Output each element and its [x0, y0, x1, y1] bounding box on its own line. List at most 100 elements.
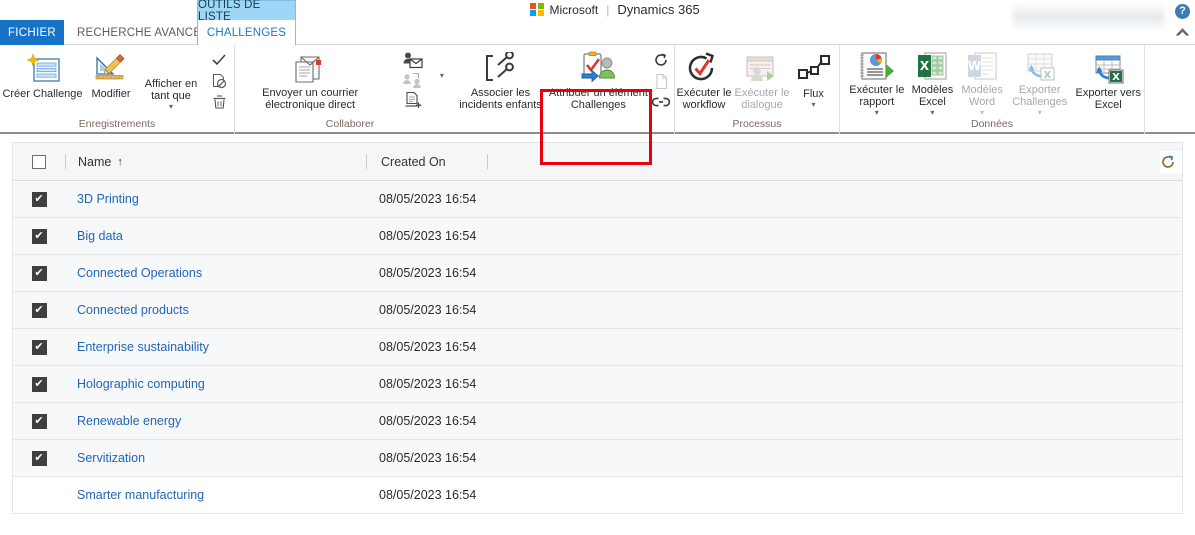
actualiser-button[interactable] — [650, 51, 672, 69]
activer-button[interactable] — [208, 51, 230, 68]
chevron-down-icon[interactable]: ▾ — [169, 102, 173, 111]
table-row[interactable]: ✔ 3D Printing 08/05/2023 16:54 — [13, 181, 1182, 218]
attribuer-un-element-challenges-button[interactable]: Attribuer un élément Challenges — [548, 45, 648, 111]
cell-created-on: 08/05/2023 16:54 — [379, 488, 477, 502]
cell-name: Smarter manufacturing — [65, 486, 365, 504]
supprimer-button[interactable] — [208, 94, 230, 111]
record-link[interactable]: Connected Operations — [77, 266, 202, 280]
row-checkbox-checked[interactable]: ✔ — [31, 339, 47, 355]
help-icon[interactable]: ? — [1175, 4, 1190, 19]
table-row[interactable]: ✔ Connected Operations 08/05/2023 16:54 — [13, 255, 1182, 292]
creer-challenge-label: Créer Challenge — [2, 88, 83, 100]
creer-challenge-button[interactable]: Créer Challenge — [0, 45, 85, 111]
select-all-cell[interactable] — [13, 154, 65, 169]
row-checkbox-checked[interactable]: ✔ — [31, 413, 47, 429]
cell-created-on: 08/05/2023 16:54 — [379, 451, 477, 465]
cell-name: Holographic computing — [65, 375, 365, 393]
email-document-icon — [288, 50, 332, 87]
table-row[interactable]: Smarter manufacturing 08/05/2023 16:54 — [13, 477, 1182, 514]
executer-le-workflow-button[interactable]: Exécuter le workflow — [675, 45, 733, 111]
column-header-name[interactable]: Name ↑ — [66, 155, 366, 169]
associer-incidents-enfants-button[interactable]: Associer les incidents enfants — [453, 45, 549, 111]
microsoft-logo-icon — [530, 2, 544, 17]
row-checkbox-checked[interactable]: ✔ — [31, 191, 47, 207]
rapport-chevron-down-icon[interactable]: ▾ — [875, 108, 879, 117]
record-link[interactable]: Servitization — [77, 451, 145, 465]
executer-le-dialogue-button[interactable]: Exécuter le dialogue — [733, 45, 791, 111]
table-row[interactable]: ✔ Enterprise sustainability 08/05/2023 16:… — [13, 329, 1182, 366]
row-checkbox-checked[interactable]: ✔ — [31, 265, 47, 281]
exporter-challenges-chevron-down-icon[interactable]: ▾ — [1038, 108, 1042, 117]
row-select-cell[interactable]: ✔ — [13, 228, 65, 244]
record-link[interactable]: Connected products — [77, 303, 189, 317]
tab-fichier[interactable]: FICHIER — [0, 20, 64, 45]
table-row[interactable]: ✔ Servitization 08/05/2023 16:54 — [13, 440, 1182, 477]
tab-challenges[interactable]: CHALLENGES — [197, 20, 296, 45]
afficher-en-tant-que-button[interactable]: Afficher en tant que ▾ — [137, 45, 205, 111]
edit-pencil-icon — [91, 50, 131, 88]
ribbon-group-label-donnees: Données — [970, 118, 1014, 130]
executer-rapport-label: Exécuter le rapport — [849, 84, 905, 108]
sort-ascending-icon: ↑ — [117, 155, 123, 168]
cell-created-on: 08/05/2023 16:54 — [379, 414, 477, 428]
row-select-cell[interactable]: ✔ — [13, 265, 65, 281]
collaborer-overflow-chevron-icon[interactable]: ▾ — [440, 71, 444, 80]
table-row[interactable]: ✔ Big data 08/05/2023 16:54 — [13, 218, 1182, 255]
column-header-created-on[interactable]: Created On — [367, 155, 487, 169]
row-select-cell[interactable]: ✔ — [13, 302, 65, 318]
home-icon[interactable] — [1175, 26, 1190, 39]
export-excel-icon: X — [1087, 50, 1129, 87]
record-link[interactable]: Enterprise sustainability — [77, 340, 209, 354]
exporter-vers-excel-button[interactable]: X Exporter vers Excel — [1073, 45, 1145, 111]
row-select-cell[interactable]: ✔ — [13, 450, 65, 466]
desactiver-button[interactable] — [208, 72, 230, 89]
executer-le-rapport-button[interactable]: Exécuter le rapport ▾ — [846, 45, 908, 117]
user-name-blurred[interactable] — [1013, 3, 1165, 31]
grid-header-refresh-icon[interactable] — [1160, 150, 1182, 173]
row-select-cell[interactable]: ✔ — [13, 376, 65, 392]
cell-name: Enterprise sustainability — [65, 338, 365, 356]
table-row[interactable]: ✔ Connected products 08/05/2023 16:54 — [13, 292, 1182, 329]
row-checkbox-checked[interactable]: ✔ — [31, 450, 47, 466]
ajouter-note-button[interactable] — [402, 91, 424, 109]
row-select-cell[interactable]: ✔ — [13, 339, 65, 355]
envoyer-courrier-electronique-direct-button[interactable]: Envoyer un courrier électronique direct — [235, 45, 385, 111]
top-bar: OUTILS DE LISTE FICHIER RECHERCHE AVANCÉ… — [0, 0, 1195, 45]
modifier-button[interactable]: Modifier — [85, 45, 137, 111]
record-link[interactable]: 3D Printing — [77, 192, 139, 206]
header-divider — [487, 154, 488, 169]
svg-text:W: W — [968, 59, 981, 73]
svg-text:X: X — [920, 59, 930, 73]
cell-name: 3D Printing — [65, 190, 365, 208]
new-record-icon — [23, 50, 63, 88]
brand: Microsoft | Dynamics 365 — [530, 2, 700, 17]
select-all-checkbox[interactable] — [32, 154, 46, 169]
record-link[interactable]: Big data — [77, 229, 123, 243]
row-checkbox-checked[interactable]: ✔ — [31, 376, 47, 392]
flux-chevron-down-icon[interactable]: ▾ — [811, 100, 815, 109]
cell-created-on: 08/05/2023 16:54 — [379, 377, 477, 391]
word-chevron-down-icon[interactable]: ▾ — [980, 108, 984, 117]
excel-chevron-down-icon[interactable]: ▾ — [930, 108, 934, 117]
modeles-excel-button[interactable]: X Modèles Excel ▾ — [908, 45, 958, 117]
record-link[interactable]: Renewable energy — [77, 414, 181, 428]
row-checkbox-checked[interactable]: ✔ — [31, 302, 47, 318]
lien-button[interactable] — [650, 93, 672, 111]
export-grid-icon: X — [1019, 50, 1061, 84]
exporter-challenges-button[interactable]: X Exporter Challenges ▾ — [1007, 45, 1073, 117]
ajouter-liste-marketing-button[interactable] — [402, 51, 424, 69]
cell-created-on: 08/05/2023 16:54 — [379, 303, 477, 317]
flux-button[interactable]: Flux ▾ — [791, 45, 836, 111]
modeles-word-label: Modèles Word — [961, 84, 1003, 108]
row-select-cell[interactable]: ✔ — [13, 413, 65, 429]
record-link[interactable]: Holographic computing — [77, 377, 205, 391]
cell-name: Renewable energy — [65, 412, 365, 430]
row-select-cell[interactable]: ✔ — [13, 191, 65, 207]
connexions-button[interactable] — [402, 71, 424, 89]
table-row[interactable]: ✔ Holographic computing 08/05/2023 16:54 — [13, 366, 1182, 403]
table-row[interactable]: ✔ Renewable energy 08/05/2023 16:54 — [13, 403, 1182, 440]
record-link[interactable]: Smarter manufacturing — [77, 488, 204, 502]
modeles-word-button[interactable]: W Modèles Word ▾ — [957, 45, 1007, 117]
document-button[interactable] — [650, 72, 672, 90]
row-checkbox-checked[interactable]: ✔ — [31, 228, 47, 244]
